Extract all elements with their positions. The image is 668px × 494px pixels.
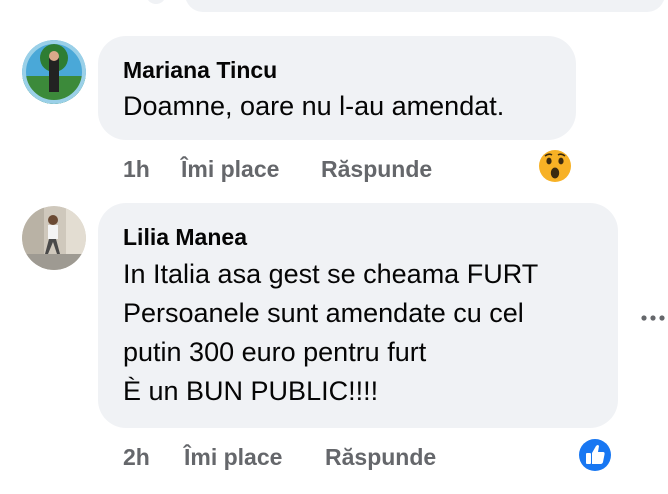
comment-text-line: Doamne, oare nu l-au amendat. [123,91,505,121]
previous-comment-fragment [185,0,665,12]
comment-author[interactable]: Lilia Manea [123,224,247,251]
comment-bubble: Lilia Manea In Italia asa gest se cheama… [98,203,618,428]
avatar-photo [22,206,86,270]
comment-time[interactable]: 2h [123,444,150,471]
like-reaction-icon[interactable] [577,437,613,473]
like-link[interactable]: Îmi place [184,444,282,471]
comment-bubble: Mariana Tincu Doamne, oare nu l-au amend… [98,36,576,140]
comment-text-line: È un BUN PUBLIC!!!! [123,376,379,406]
previous-action-fragment [146,0,166,4]
avatar[interactable] [22,206,86,270]
more-options-icon[interactable] [640,310,668,321]
comment-author[interactable]: Mariana Tincu [123,57,277,84]
reply-link[interactable]: Răspunde [321,156,432,183]
comment-text-line: In Italia asa gest se cheama FURT [123,259,539,289]
wow-reaction-icon[interactable] [537,148,573,184]
comment-text-line: putin 300 euro pentru furt [123,337,427,367]
like-link[interactable]: Îmi place [181,156,279,183]
comment-text-line: Persoanele sunt amendate cu cel [123,298,524,328]
comment-time[interactable]: 1h [123,156,150,183]
avatar[interactable] [22,40,86,104]
reply-link[interactable]: Răspunde [325,444,436,471]
avatar-photo [22,40,86,104]
